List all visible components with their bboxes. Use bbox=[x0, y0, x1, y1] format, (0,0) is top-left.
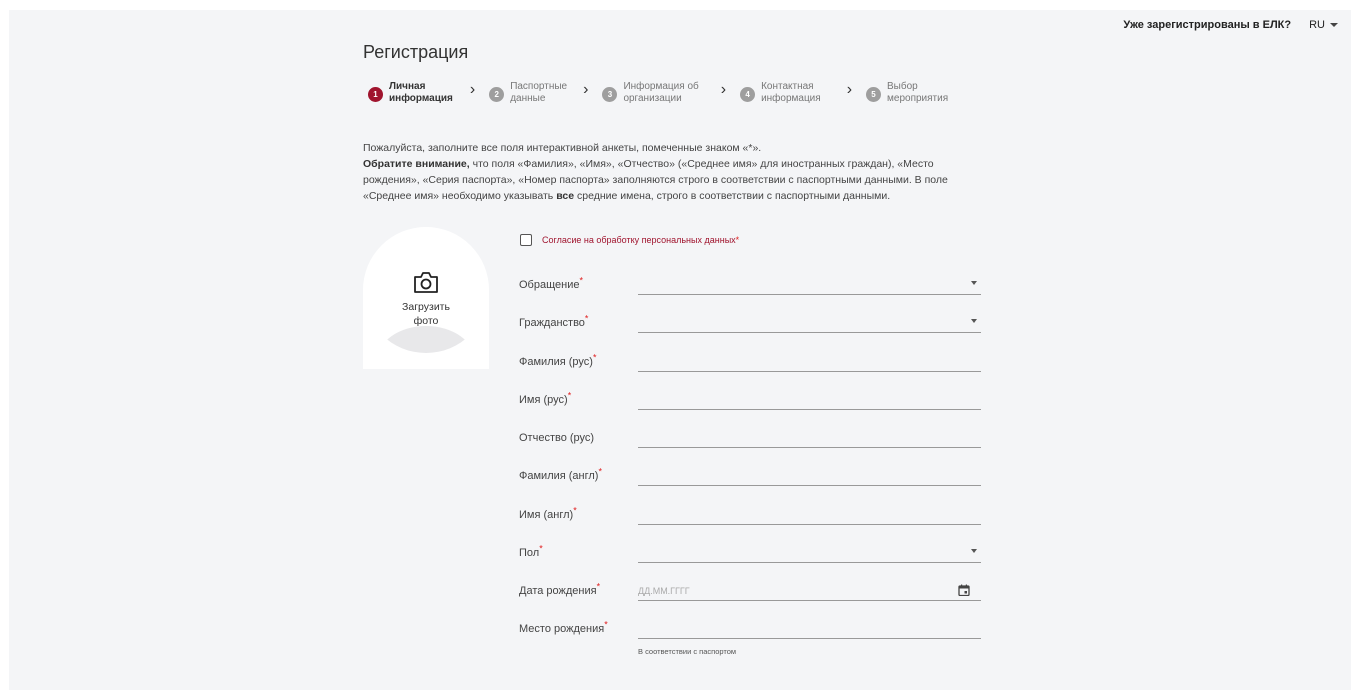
calendar-icon[interactable] bbox=[958, 584, 970, 596]
chevron-right-icon: › bbox=[469, 81, 476, 98]
citizenship-label: Гражданство* bbox=[519, 314, 588, 329]
chevron-right-icon: › bbox=[720, 81, 727, 98]
intro-attention: Обратите внимание, что поля «Фамилия», «… bbox=[363, 156, 993, 204]
required-mark: * bbox=[584, 313, 589, 324]
salutation-select[interactable] bbox=[638, 273, 981, 295]
required-mark: * bbox=[579, 275, 583, 286]
registration-stepper: 1 Личная информация › 2 Паспортные данны… bbox=[368, 81, 948, 105]
label-text: Отчество (рус) bbox=[519, 432, 595, 444]
label-text: Имя (англ) bbox=[519, 509, 574, 521]
intro-text: Пожалуйста, заполните все поля интеракти… bbox=[363, 140, 993, 204]
patronymic-ru-label: Отчество (рус) bbox=[519, 432, 594, 444]
citizenship-select[interactable] bbox=[638, 311, 981, 333]
first-name-en-label: Имя (англ)* bbox=[519, 506, 577, 521]
attention-tail: средние имена, строго в соответствии с п… bbox=[574, 190, 891, 202]
dropdown-arrow-icon bbox=[971, 281, 977, 285]
birth-date-row: Дата рождения* ДД.ММ.ГГГГ bbox=[519, 579, 981, 601]
gender-select[interactable] bbox=[638, 541, 981, 563]
page-title: Регистрация bbox=[363, 42, 469, 62]
step-number: 3 bbox=[602, 87, 618, 102]
birth-place-input[interactable] bbox=[638, 617, 981, 639]
step-personal-info[interactable]: 1 Личная информация bbox=[368, 81, 453, 105]
camera-icon bbox=[414, 272, 438, 293]
attention-label: Обратите внимание, bbox=[363, 158, 470, 170]
label-text: Место рождения bbox=[519, 623, 605, 635]
required-mark: * bbox=[539, 543, 543, 554]
birth-place-row: Место рождения* bbox=[519, 617, 981, 639]
chevron-right-icon: › bbox=[846, 81, 853, 98]
consent-checkbox-row[interactable]: Согласие на обработку персональных данны… bbox=[520, 234, 739, 246]
dropdown-arrow-icon bbox=[971, 549, 977, 553]
label-text: Дата рождения bbox=[519, 585, 597, 597]
last-name-ru-label: Фамилия (рус)* bbox=[519, 353, 596, 368]
chevron-right-icon: › bbox=[583, 81, 589, 98]
first-name-ru-label: Имя (рус)* bbox=[519, 391, 571, 406]
language-value: RU bbox=[1309, 19, 1325, 31]
gender-label: Пол* bbox=[519, 544, 543, 559]
step-label: Паспортные данные bbox=[510, 81, 568, 104]
gender-row: Пол* bbox=[519, 541, 981, 563]
consent-checkbox[interactable] bbox=[520, 234, 532, 246]
first-name-en-row: Имя (англ)* bbox=[519, 503, 981, 525]
upload-photo-line1: Загрузить bbox=[402, 301, 450, 313]
first-name-en-input[interactable] bbox=[638, 503, 981, 525]
step-label: Информация об организации bbox=[623, 81, 699, 104]
birth-date-placeholder: ДД.ММ.ГГГГ bbox=[638, 586, 690, 596]
required-mark: * bbox=[598, 466, 602, 477]
first-name-ru-input[interactable] bbox=[638, 388, 981, 410]
step-event-selection[interactable]: 5 Выбор мероприятия bbox=[866, 81, 948, 105]
all-bold-text: все bbox=[556, 190, 575, 202]
required-mark: * bbox=[592, 352, 597, 363]
label-text: Имя (рус) bbox=[519, 394, 568, 406]
last-name-en-label: Фамилия (англ)* bbox=[519, 467, 602, 482]
label-text: Фамилия (рус) bbox=[519, 356, 593, 368]
label-text: Фамилия (англ) bbox=[519, 470, 599, 482]
step-label: Выбор мероприятия bbox=[887, 81, 949, 104]
label-text: Обращение bbox=[519, 279, 580, 291]
required-mark: * bbox=[573, 505, 577, 516]
required-mark: * bbox=[567, 390, 572, 401]
birth-place-label: Место рождения* bbox=[519, 620, 608, 635]
intro-line: Пожалуйста, заполните все поля интеракти… bbox=[363, 142, 762, 154]
step-number: 2 bbox=[489, 87, 505, 102]
salutation-row: Обращение* bbox=[519, 273, 981, 295]
birth-date-input[interactable]: ДД.ММ.ГГГГ bbox=[638, 579, 981, 601]
photo-upload[interactable]: Загрузить фото bbox=[363, 227, 489, 369]
step-number: 4 bbox=[740, 87, 756, 102]
upload-photo-label: Загрузить фото bbox=[363, 300, 489, 328]
birth-place-hint: В соответствии с паспортом bbox=[638, 647, 737, 656]
citizenship-row: Гражданство* bbox=[519, 311, 981, 333]
dropdown-arrow-icon bbox=[971, 319, 977, 323]
avatar-silhouette bbox=[377, 326, 475, 353]
step-number: 5 bbox=[866, 87, 882, 102]
label-text: Гражданство bbox=[519, 317, 585, 329]
label-text: Пол bbox=[519, 547, 540, 559]
step-label: Личная информация bbox=[389, 81, 453, 104]
last-name-en-input[interactable] bbox=[638, 464, 981, 486]
step-passport-data[interactable]: 2 Паспортные данные bbox=[489, 81, 567, 105]
step-number: 1 bbox=[368, 87, 383, 102]
last-name-ru-input[interactable] bbox=[638, 350, 981, 372]
salutation-label: Обращение* bbox=[519, 276, 583, 291]
first-name-ru-row: Имя (рус)* bbox=[519, 388, 981, 410]
last-name-en-row: Фамилия (англ)* bbox=[519, 464, 981, 486]
already-registered-link[interactable]: Уже зарегистрированы в ЕЛК? bbox=[1123, 19, 1291, 31]
required-mark: * bbox=[604, 619, 608, 630]
patronymic-ru-input[interactable] bbox=[638, 426, 981, 448]
upload-photo-line2: фото bbox=[413, 315, 439, 327]
language-selector[interactable]: RU bbox=[1309, 19, 1338, 31]
birth-date-label: Дата рождения* bbox=[519, 582, 600, 597]
caret-down-icon bbox=[1330, 23, 1338, 27]
step-contact-info[interactable]: 4 Контактная информация bbox=[740, 81, 821, 105]
patronymic-ru-row: Отчество (рус) bbox=[519, 426, 981, 448]
consent-label: Согласие на обработку персональных данны… bbox=[542, 235, 736, 245]
step-organization-info[interactable]: 3 Информация об организации bbox=[602, 81, 699, 105]
top-bar: Уже зарегистрированы в ЕЛК? RU bbox=[1123, 19, 1338, 31]
last-name-ru-row: Фамилия (рус)* bbox=[519, 350, 981, 372]
step-label: Контактная информация bbox=[761, 81, 821, 104]
required-mark: * bbox=[596, 581, 601, 592]
